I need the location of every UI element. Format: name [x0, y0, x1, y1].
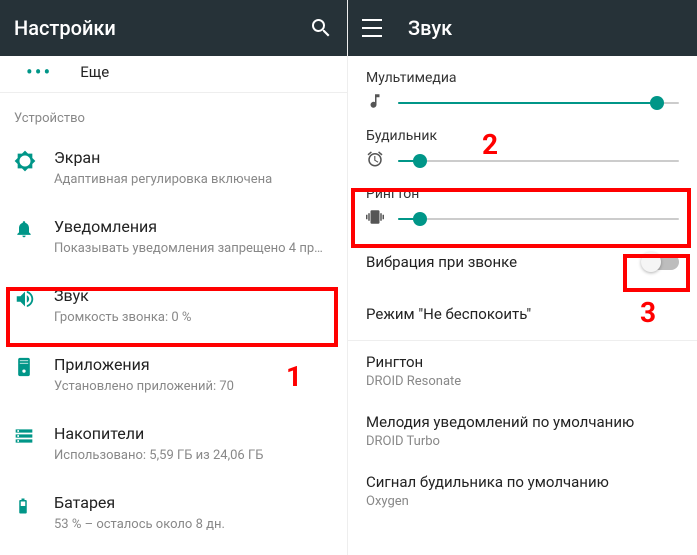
ringtone-pick-value: DROID Resonate: [366, 374, 679, 389]
dnd-label: Режим "Не беспокоить": [366, 305, 679, 323]
appbar-right: Звук: [348, 0, 697, 56]
bell-icon: [14, 217, 54, 239]
annotation-1: 1: [286, 360, 302, 393]
alarm-slider-row: Будильник: [348, 120, 697, 178]
item-apps-sub: Установлено приложений: 70: [54, 378, 324, 396]
item-notifications[interactable]: Уведомления Показывать уведомления запре…: [0, 203, 347, 272]
volume-icon: [14, 286, 54, 310]
ringtone-pick-row[interactable]: Рингтон DROID Resonate: [348, 341, 697, 401]
media-label: Мультимедиа: [366, 70, 679, 86]
item-battery-title: Батарея: [54, 493, 333, 514]
more-label: Еще: [80, 63, 109, 81]
notif-sound-title: Мелодия уведомлений по умолчанию: [366, 413, 679, 431]
search-icon[interactable]: [309, 16, 333, 40]
apps-icon: [14, 355, 54, 377]
more-icon: •••: [26, 60, 52, 84]
item-notif-sub: Показывать уведомления запрещено 4 прило…: [54, 240, 324, 258]
alarm-slider[interactable]: [398, 160, 679, 162]
annotation-3: 3: [640, 296, 656, 329]
vibrate-on-call-row[interactable]: Вибрация при звонке: [348, 236, 697, 288]
ringtone-slider[interactable]: [398, 218, 679, 220]
ringtone-pick-title: Рингтон: [366, 353, 679, 371]
item-sound-sub: Громкость звонка: 0 %: [54, 309, 324, 327]
vibrate-icon: [366, 208, 388, 230]
media-slider-row: Мультимедиа: [348, 56, 697, 120]
appbar-title: Настройки: [14, 16, 309, 40]
item-display-sub: Адаптивная регулировка включена: [54, 171, 324, 189]
ringtone-slider-row: Рингтон: [348, 178, 697, 236]
appbar-right-title: Звук: [408, 16, 683, 40]
item-storage-sub: Использовано: 5,59 ГБ из 24,06 ГБ: [54, 447, 324, 465]
annotation-2: 2: [482, 128, 498, 161]
item-sound[interactable]: Звук Громкость звонка: 0 %: [0, 272, 347, 341]
alarm-clock-icon: [366, 150, 388, 172]
item-battery[interactable]: Батарея 53 % – осталось около 8 дн.: [0, 479, 347, 548]
item-display-title: Экран: [54, 148, 333, 169]
item-storage[interactable]: Накопители Использовано: 5,59 ГБ из 24,0…: [0, 410, 347, 479]
item-storage-title: Накопители: [54, 424, 333, 445]
music-note-icon: [366, 92, 388, 114]
notif-sound-value: DROID Turbo: [366, 434, 679, 449]
item-notif-title: Уведомления: [54, 217, 333, 238]
settings-pane: Настройки ••• Еще Устройство Экран Адапт…: [0, 0, 348, 555]
hamburger-icon[interactable]: [362, 16, 386, 40]
alarm-sound-value: Oxygen: [366, 494, 679, 509]
media-slider[interactable]: [398, 102, 679, 104]
notif-sound-row[interactable]: Мелодия уведомлений по умолчанию DROID T…: [348, 401, 697, 461]
section-device: Устройство: [0, 93, 347, 134]
item-battery-sub: 53 % – осталось около 8 дн.: [54, 516, 324, 534]
alarm-label: Будильник: [366, 128, 679, 144]
alarm-sound-title: Сигнал будильника по умолчанию: [366, 473, 679, 491]
ringtone-label: Рингтон: [366, 186, 679, 202]
appbar-left: Настройки: [0, 0, 347, 56]
vibrate-label: Вибрация при звонке: [366, 253, 643, 271]
battery-icon: [14, 493, 54, 517]
more-row[interactable]: ••• Еще: [0, 56, 347, 92]
brightness-icon: [14, 148, 54, 172]
item-sound-title: Звук: [54, 286, 333, 307]
alarm-sound-row[interactable]: Сигнал будильника по умолчанию Oxygen: [348, 461, 697, 521]
vibrate-toggle[interactable]: [643, 254, 679, 270]
storage-icon: [14, 424, 54, 446]
sound-pane: Звук Мультимедиа Будильник: [348, 0, 697, 555]
item-display[interactable]: Экран Адаптивная регулировка включена: [0, 134, 347, 203]
